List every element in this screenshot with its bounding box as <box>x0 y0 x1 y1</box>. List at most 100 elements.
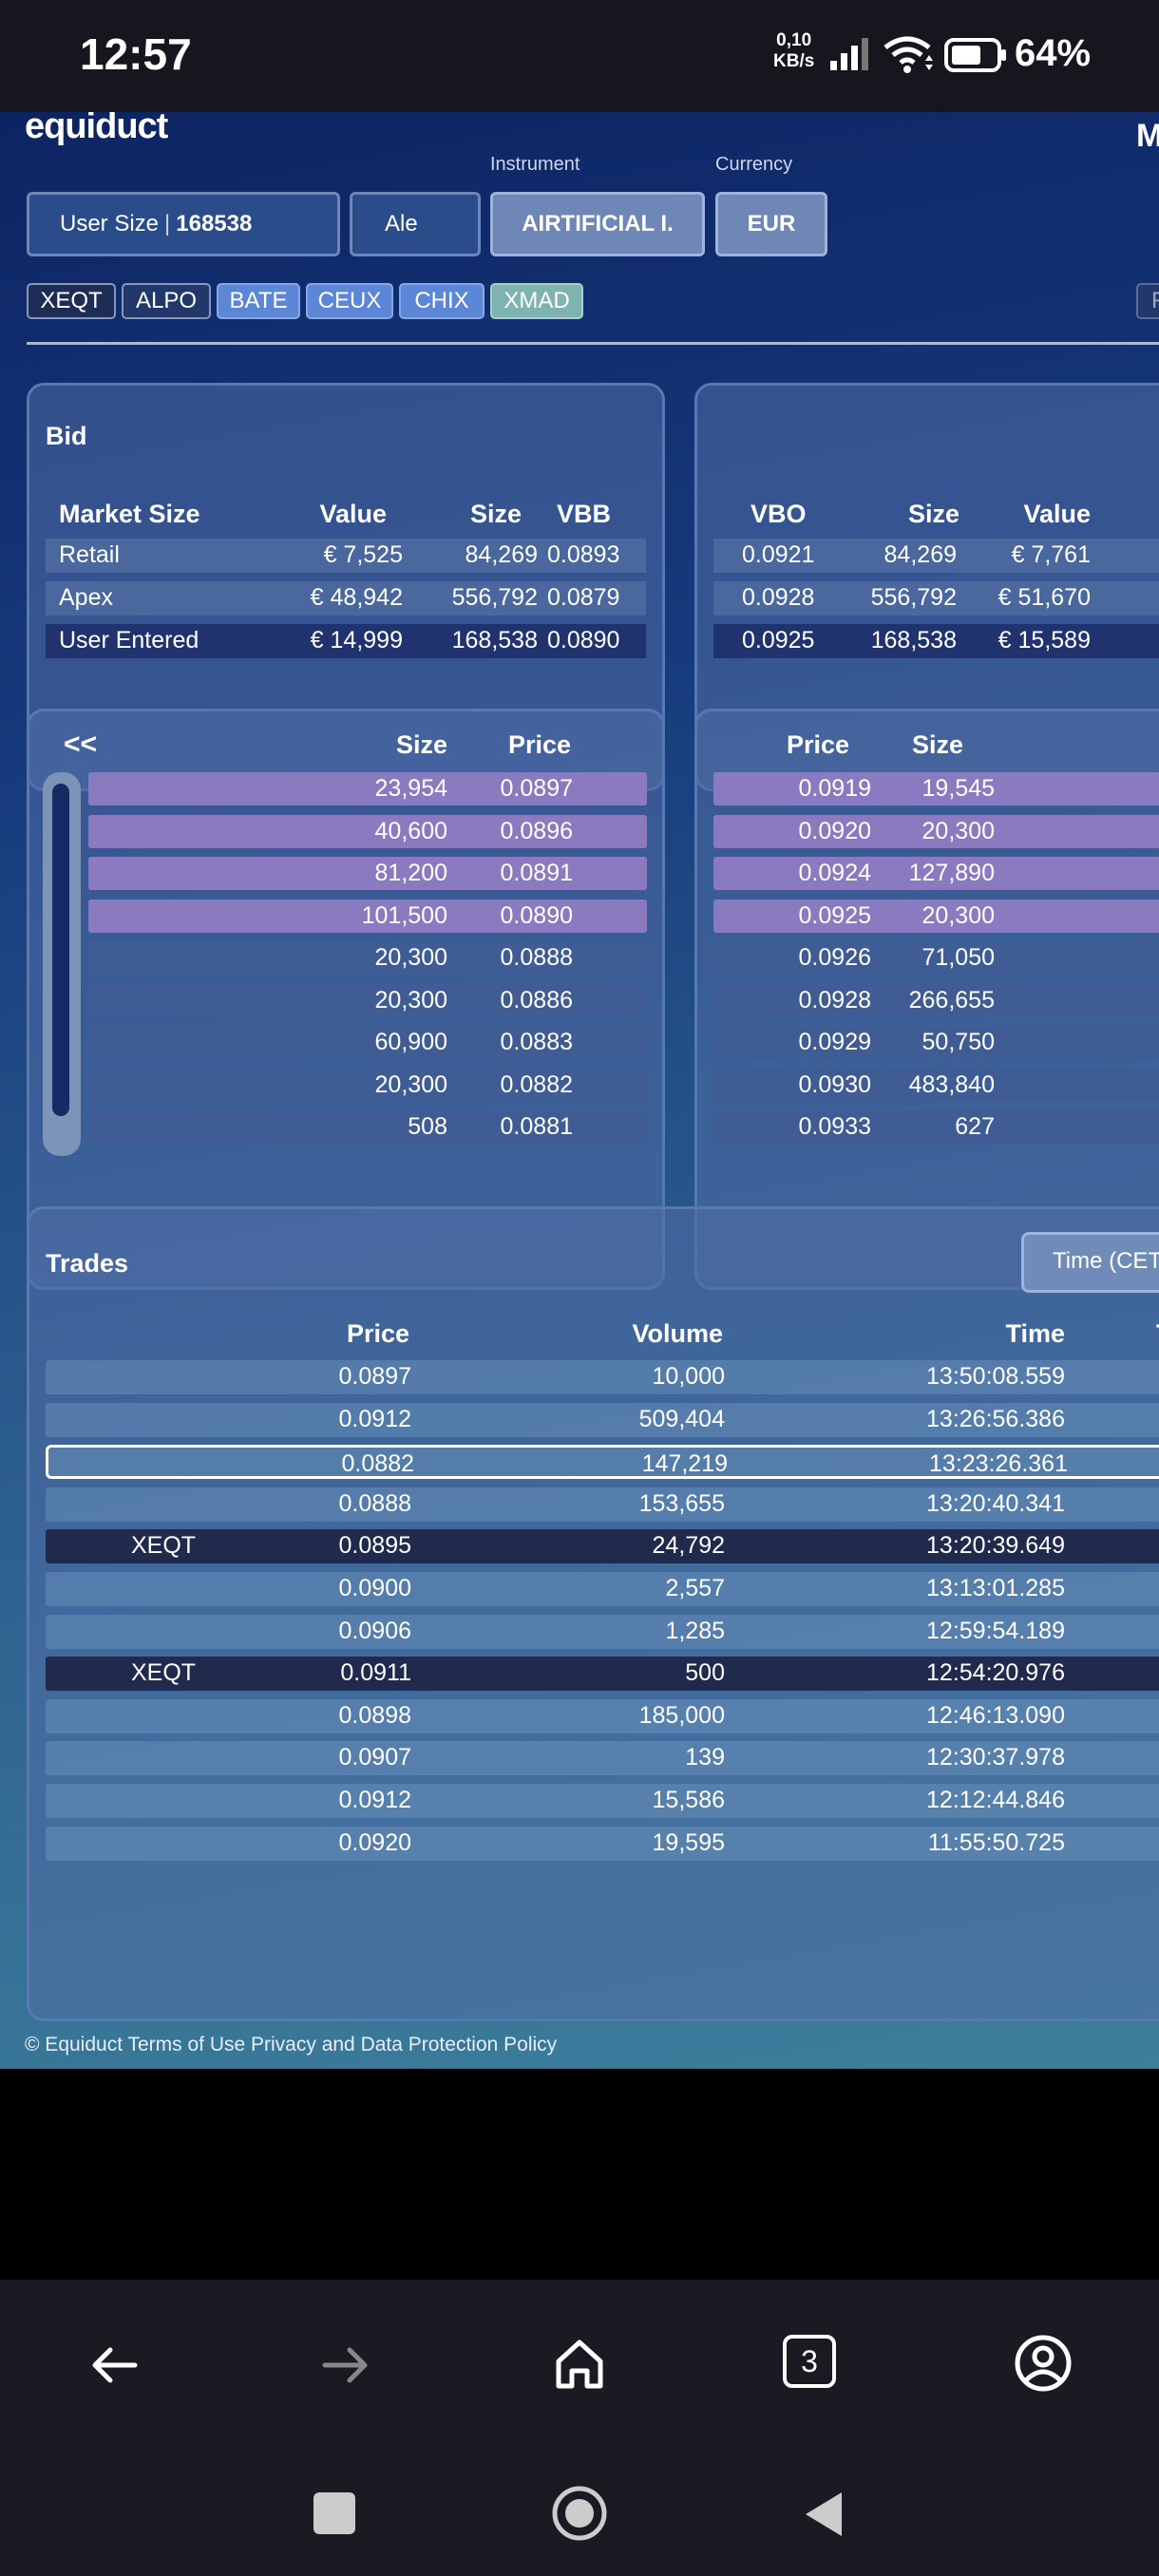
trade-volume: 1,285 <box>665 1617 725 1644</box>
col-size: Size <box>395 730 447 759</box>
bid-book-row[interactable]: 20,300 0.0882 <box>88 1068 647 1102</box>
col-price: Price <box>786 730 849 759</box>
ask-book-row[interactable]: 0.0933 627 <box>713 1110 1159 1144</box>
scrollbar-thumb[interactable] <box>52 784 69 1116</box>
footer-links[interactable]: © Equiduct Terms of Use Privacy and Data… <box>25 2034 557 2056</box>
venue-chip-ceux[interactable]: CEUX <box>306 283 393 319</box>
trade-row[interactable]: XEQT 0.0895 24,792 13:20:39.649 <box>46 1529 1159 1564</box>
bid-row-user-entered[interactable]: User Entered € 14,999 168,538 0.0890 <box>46 624 646 658</box>
bid-book-row[interactable]: 20,300 0.0888 <box>88 941 647 975</box>
recents-square-icon[interactable] <box>314 2492 355 2534</box>
forward-arrow-icon[interactable] <box>319 2339 372 2392</box>
row-size: 556,792 <box>451 584 538 611</box>
user-size-value: 168538 <box>176 211 253 237</box>
collapse-button[interactable]: << <box>64 729 97 761</box>
venue-chip-xeqt[interactable]: XEQT <box>27 283 116 319</box>
trade-price: 0.0900 <box>338 1575 411 1601</box>
row-vbo: 0.0928 <box>742 584 815 611</box>
bid-book-row[interactable]: 101,500 0.0890 <box>88 899 647 933</box>
col-time: Time <box>1005 1319 1065 1348</box>
back-arrow-icon[interactable] <box>87 2339 141 2392</box>
row-price: 0.0882 <box>500 1070 573 1098</box>
trade-row[interactable]: 0.0920 19,595 11:55:50.725 <box>46 1826 1159 1861</box>
trade-row[interactable]: 0.0906 1,285 12:59:54.189 <box>46 1614 1159 1649</box>
ask-row-user-entered[interactable]: 0.0925 168,538 € 15,589 <box>713 624 1159 658</box>
trade-row[interactable]: 0.0888 153,655 13:20:40.341 <box>46 1487 1159 1522</box>
col-value: Value <box>319 500 387 528</box>
row-price: 0.0896 <box>500 817 573 844</box>
trade-row[interactable]: 0.0900 2,557 13:13:01.285 <box>46 1572 1159 1606</box>
ask-book-row[interactable]: 0.0920 20,300 <box>713 814 1159 848</box>
network-speed-value: 0,10 <box>776 30 812 50</box>
time-zone-button[interactable]: Time (CET <box>1021 1232 1159 1293</box>
row-size: 101,500 <box>361 901 447 929</box>
signal-icon <box>830 38 868 70</box>
account-icon[interactable] <box>1013 2333 1074 2394</box>
bid-book-row[interactable]: 40,600 0.0896 <box>88 814 647 848</box>
trade-time: 13:23:26.361 <box>929 1450 1068 1478</box>
instrument-select[interactable]: AIRTIFICIAL I. <box>490 192 705 256</box>
ask-book-row[interactable]: 0.0919 19,545 <box>713 772 1159 805</box>
venue-chip-alpo[interactable]: ALPO <box>122 283 211 319</box>
trade-time: 13:20:39.649 <box>926 1532 1065 1560</box>
row-vbo: 0.0921 <box>742 541 815 568</box>
trade-price: 0.0895 <box>338 1532 411 1560</box>
trade-row[interactable]: XEQT 0.0911 500 12:54:20.976 <box>46 1657 1159 1692</box>
bid-row-apex[interactable]: Apex € 48,942 556,792 0.0879 <box>46 581 646 616</box>
user-size-field[interactable]: User Size | 168538 <box>27 192 340 256</box>
bid-book-row[interactable]: 23,954 0.0897 <box>88 772 647 805</box>
venue-chip-clipped[interactable]: F <box>1136 283 1159 319</box>
row-size: 20,300 <box>374 944 447 971</box>
ask-book-row[interactable]: 0.0924 127,890 <box>713 857 1159 890</box>
trade-row[interactable]: 0.0882 147,219 13:23:26.361 <box>46 1445 1159 1480</box>
ask-book-row[interactable]: 0.0925 20,300 <box>713 899 1159 933</box>
home-circle-icon[interactable] <box>551 2485 608 2542</box>
tabs-count-button[interactable]: 3 <box>783 2335 836 2388</box>
currency-select[interactable]: EUR <box>715 192 827 256</box>
home-icon[interactable] <box>551 2335 608 2392</box>
row-price: 0.0933 <box>798 1113 871 1140</box>
row-size: 168,538 <box>870 627 957 653</box>
row-price: 0.0924 <box>798 860 871 886</box>
app-content: equiduct M Instrument Currency User Size… <box>0 112 1159 2069</box>
network-speed: 0,10 KB/s <box>773 30 814 72</box>
row-value: € 51,670 <box>998 584 1091 611</box>
scrollbar-track[interactable] <box>43 772 81 1156</box>
venue-chip-xmad[interactable]: XMAD <box>490 283 583 319</box>
browser-nav-bar: 3 <box>0 2280 1159 2576</box>
row-size: 20,300 <box>922 817 995 844</box>
trade-time: 13:50:08.559 <box>926 1363 1065 1390</box>
trade-time: 12:12:44.846 <box>926 1787 1065 1813</box>
bid-book-row[interactable]: 508 0.0881 <box>88 1110 647 1144</box>
col-market-size: Market Size <box>59 500 200 528</box>
trade-row[interactable]: 0.0907 139 12:30:37.978 <box>46 1741 1159 1776</box>
trade-row[interactable]: 0.0898 185,000 12:46:13.090 <box>46 1698 1159 1733</box>
row-size: 71,050 <box>922 944 995 971</box>
trade-row[interactable]: 0.0897 10,000 13:50:08.559 <box>46 1360 1159 1394</box>
bid-book-row[interactable]: 20,300 0.0886 <box>88 983 647 1017</box>
row-price: 0.0881 <box>500 1113 573 1140</box>
ask-book-row[interactable]: 0.0928 266,655 <box>713 983 1159 1017</box>
ask-row-retail[interactable]: 0.0921 84,269 € 7,761 <box>713 539 1159 573</box>
row-size: 84,269 <box>465 541 538 568</box>
row-price: 0.0928 <box>798 986 871 1013</box>
ask-book-row[interactable]: 0.0926 71,050 <box>713 941 1159 975</box>
name-field[interactable]: Ale <box>350 192 481 256</box>
venue-chip-chix[interactable]: CHIX <box>399 283 484 319</box>
bid-row-retail[interactable]: Retail € 7,525 84,269 0.0893 <box>46 539 646 573</box>
system-back-triangle-icon[interactable] <box>800 2489 847 2540</box>
divider <box>27 342 1159 345</box>
ask-book-row[interactable]: 0.0929 50,750 <box>713 1026 1159 1059</box>
bid-book-row[interactable]: 81,200 0.0891 <box>88 857 647 890</box>
trade-price: 0.0897 <box>338 1363 411 1390</box>
venue-chip-bate[interactable]: BATE <box>217 283 300 319</box>
text-cursor: | <box>164 211 171 237</box>
ask-book-row[interactable]: 0.0930 483,840 <box>713 1068 1159 1102</box>
ask-row-apex[interactable]: 0.0928 556,792 € 51,670 <box>713 581 1159 616</box>
bid-book-row[interactable]: 60,900 0.0883 <box>88 1026 647 1059</box>
row-size: 40,600 <box>374 817 447 844</box>
trade-row[interactable]: 0.0912 15,586 12:12:44.846 <box>46 1784 1159 1818</box>
trade-row[interactable]: 0.0912 509,404 13:26:56.386 <box>46 1402 1159 1437</box>
col-size: Size <box>469 500 522 528</box>
bid-title: Bid <box>46 422 87 450</box>
